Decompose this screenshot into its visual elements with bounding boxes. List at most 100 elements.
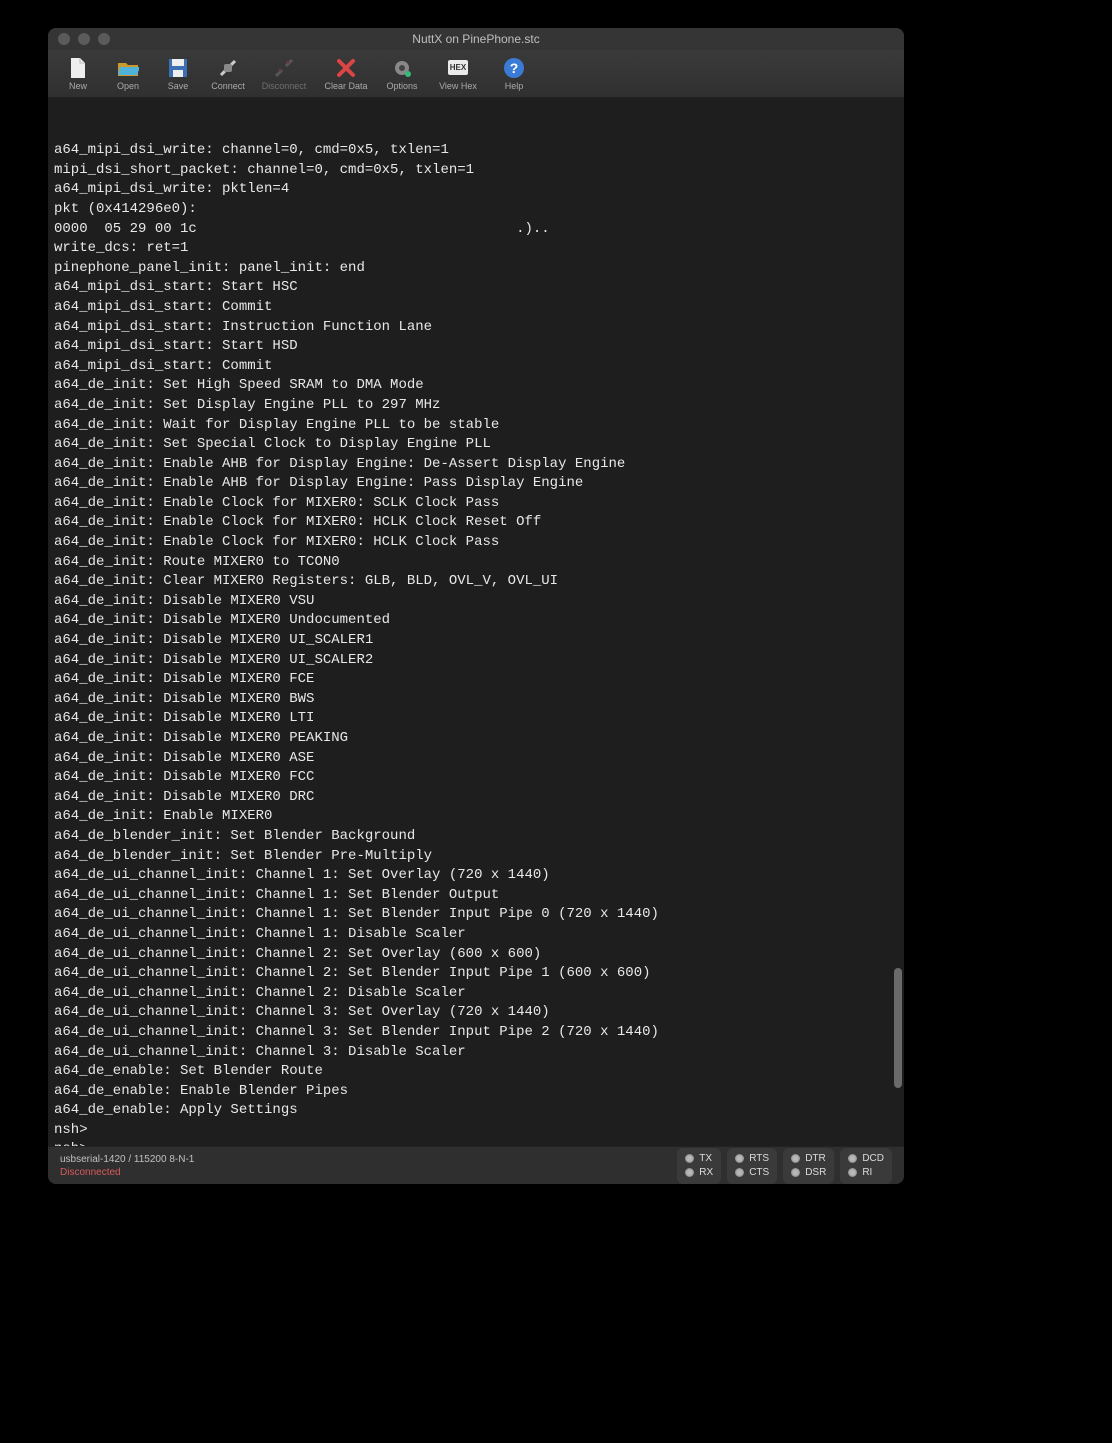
save-label: Save — [168, 81, 189, 91]
help-label: Help — [505, 81, 524, 91]
terminal-line: a64_de_ui_channel_init: Channel 3: Disab… — [54, 1043, 898, 1063]
led-rts-label: RTS — [749, 1153, 769, 1164]
led-group-dtrdsr: DTR DSR — [783, 1148, 834, 1184]
close-icon[interactable] — [58, 33, 70, 45]
led-group-dcdri: DCD RI — [840, 1148, 892, 1184]
terminal-output[interactable]: a64_mipi_dsi_write: channel=0, cmd=0x5, … — [48, 98, 904, 1146]
clear-data-button[interactable]: Clear Data — [318, 51, 374, 97]
terminal-line: a64_de_init: Disable MIXER0 DRC — [54, 788, 898, 808]
scrollbar-thumb[interactable] — [894, 968, 902, 1088]
terminal-line: nsh> — [54, 1121, 898, 1141]
terminal-line: a64_de_ui_channel_init: Channel 1: Set O… — [54, 866, 898, 886]
terminal-line: pinephone_panel_init: panel_init: end — [54, 259, 898, 279]
zoom-icon[interactable] — [98, 33, 110, 45]
minimize-icon[interactable] — [78, 33, 90, 45]
viewhex-label: View Hex — [439, 81, 477, 91]
file-icon — [67, 57, 89, 79]
terminal-line: a64_de_init: Route MIXER0 to TCON0 — [54, 553, 898, 573]
new-label: New — [69, 81, 87, 91]
terminal-line: a64_de_init: Disable MIXER0 LTI — [54, 709, 898, 729]
status-left: usbserial-1420 / 115200 8-N-1 Disconnect… — [60, 1154, 194, 1178]
clear-icon — [335, 57, 357, 79]
terminal-line: a64_de_ui_channel_init: Channel 1: Set B… — [54, 886, 898, 906]
terminal-line: a64_de_init: Disable MIXER0 FCC — [54, 768, 898, 788]
led-dot-icon — [685, 1168, 694, 1177]
led-rts[interactable]: RTS — [735, 1153, 769, 1164]
plug-disconnect-icon — [273, 57, 295, 79]
save-button[interactable]: Save — [156, 51, 200, 97]
terminal-line: a64_de_ui_channel_init: Channel 2: Set O… — [54, 945, 898, 965]
led-group-rtscts: RTS CTS — [727, 1148, 777, 1184]
led-dot-icon — [848, 1154, 857, 1163]
help-icon: ? — [503, 57, 525, 79]
terminal-line: a64_mipi_dsi_start: Start HSD — [54, 337, 898, 357]
terminal-line: a64_de_ui_channel_init: Channel 1: Disab… — [54, 925, 898, 945]
terminal-line: nsh> — [54, 1140, 898, 1146]
disconnect-label: Disconnect — [262, 81, 307, 91]
terminal-line: write_dcs: ret=1 — [54, 239, 898, 259]
terminal-line: a64_mipi_dsi_start: Commit — [54, 298, 898, 318]
open-button[interactable]: Open — [106, 51, 150, 97]
terminal-line: a64_de_ui_channel_init: Channel 3: Set B… — [54, 1023, 898, 1043]
status-leds: TX RX RTS CTS DTR DSR DCD RI — [677, 1148, 892, 1184]
terminal-line: a64_de_init: Set Display Engine PLL to 2… — [54, 396, 898, 416]
open-label: Open — [117, 81, 139, 91]
terminal-line: a64_de_init: Enable Clock for MIXER0: SC… — [54, 494, 898, 514]
terminal-window: NuttX on PinePhone.stc New Open Save Con… — [48, 28, 904, 1184]
led-dot-icon — [791, 1168, 800, 1177]
window-title: NuttX on PinePhone.stc — [48, 32, 904, 46]
scrollbar[interactable] — [894, 98, 902, 1146]
led-ri: RI — [848, 1167, 884, 1178]
terminal-line: a64_de_init: Disable MIXER0 ASE — [54, 749, 898, 769]
view-hex-button[interactable]: HEX View Hex — [430, 51, 486, 97]
terminal-line: a64_de_init: Wait for Display Engine PLL… — [54, 416, 898, 436]
terminal-line: a64_de_ui_channel_init: Channel 1: Set B… — [54, 905, 898, 925]
folder-open-icon — [117, 57, 139, 79]
terminal-line: a64_de_enable: Apply Settings — [54, 1101, 898, 1121]
disconnect-button: Disconnect — [256, 51, 312, 97]
traffic-lights — [58, 33, 110, 45]
status-port: usbserial-1420 / 115200 8-N-1 — [60, 1154, 194, 1165]
terminal-line: a64_de_init: Disable MIXER0 Undocumented — [54, 611, 898, 631]
terminal-line: a64_de_init: Disable MIXER0 UI_SCALER1 — [54, 631, 898, 651]
led-dot-icon — [735, 1168, 744, 1177]
terminal-line: a64_de_init: Disable MIXER0 BWS — [54, 690, 898, 710]
terminal-line: a64_mipi_dsi_start: Start HSC — [54, 278, 898, 298]
floppy-icon — [167, 57, 189, 79]
gear-icon — [391, 57, 413, 79]
status-bar: usbserial-1420 / 115200 8-N-1 Disconnect… — [48, 1146, 904, 1184]
svg-text:?: ? — [510, 60, 519, 76]
terminal-line: pkt (0x414296e0): — [54, 200, 898, 220]
terminal-line: a64_de_init: Disable MIXER0 UI_SCALER2 — [54, 651, 898, 671]
titlebar[interactable]: NuttX on PinePhone.stc — [48, 28, 904, 50]
terminal-line: a64_de_enable: Enable Blender Pipes — [54, 1082, 898, 1102]
plug-connect-icon — [217, 57, 239, 79]
help-button[interactable]: ? Help — [492, 51, 536, 97]
terminal-line: a64_de_init: Disable MIXER0 PEAKING — [54, 729, 898, 749]
led-cts: CTS — [735, 1167, 769, 1178]
options-button[interactable]: Options — [380, 51, 424, 97]
terminal-line: a64_mipi_dsi_write: channel=0, cmd=0x5, … — [54, 141, 898, 161]
terminal-line: a64_de_init: Enable AHB for Display Engi… — [54, 455, 898, 475]
terminal-line: mipi_dsi_short_packet: channel=0, cmd=0x… — [54, 161, 898, 181]
terminal-line: a64_de_ui_channel_init: Channel 2: Set B… — [54, 964, 898, 984]
led-dot-icon — [791, 1154, 800, 1163]
options-label: Options — [386, 81, 417, 91]
terminal-line: a64_mipi_dsi_start: Instruction Function… — [54, 318, 898, 338]
connect-button[interactable]: Connect — [206, 51, 250, 97]
led-dtr[interactable]: DTR — [791, 1153, 826, 1164]
led-rx: RX — [685, 1167, 713, 1178]
new-button[interactable]: New — [56, 51, 100, 97]
led-dcd-label: DCD — [862, 1153, 884, 1164]
led-dot-icon — [685, 1154, 694, 1163]
terminal-line: a64_de_init: Set High Speed SRAM to DMA … — [54, 376, 898, 396]
led-tx-label: TX — [699, 1153, 712, 1164]
status-state: Disconnected — [60, 1167, 194, 1178]
toolbar: New Open Save Connect Disconnect — [48, 50, 904, 98]
terminal-line: a64_de_init: Disable MIXER0 FCE — [54, 670, 898, 690]
terminal-line: a64_de_init: Set Special Clock to Displa… — [54, 435, 898, 455]
terminal-line: a64_de_enable: Set Blender Route — [54, 1062, 898, 1082]
terminal-line: a64_de_init: Enable Clock for MIXER0: HC… — [54, 533, 898, 553]
terminal-line: a64_de_ui_channel_init: Channel 2: Disab… — [54, 984, 898, 1004]
terminal-line: a64_mipi_dsi_start: Commit — [54, 357, 898, 377]
